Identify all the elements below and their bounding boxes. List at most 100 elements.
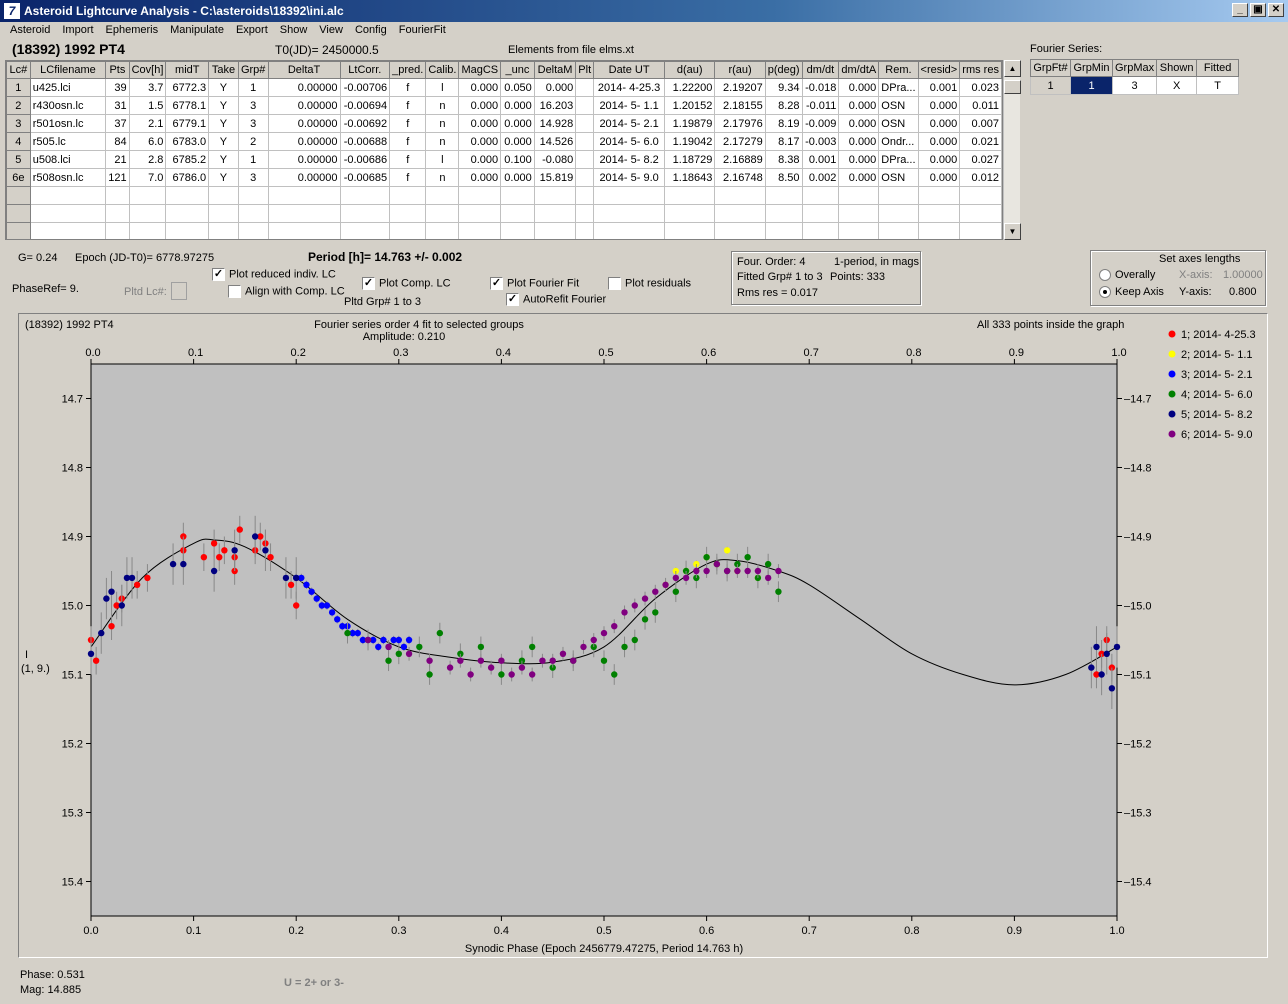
lc-header[interactable]: _unc	[500, 61, 535, 79]
lc-cell[interactable]	[714, 204, 766, 223]
lc-cell[interactable]	[575, 204, 595, 223]
lc-cell[interactable]: 0.000	[917, 114, 961, 133]
lc-cell[interactable]	[917, 222, 961, 239]
menu-fourierfit[interactable]: FourierFit	[393, 22, 452, 40]
autorefit-checkbox[interactable]: ✓ AutoRefit Fourier	[506, 293, 606, 306]
lc-cell[interactable]	[458, 186, 502, 205]
lc-cell[interactable]	[593, 222, 666, 239]
lightcurve-chart[interactable]: 0.0 0.0 0.1 0.1 0.2 0.2 0.3 0.3 0.4 0.4 0.5 0.5 0.6 0…	[19, 314, 1269, 959]
lc-header[interactable]: r(au)	[714, 61, 766, 79]
lc-cell[interactable]: r508osn.lc	[29, 168, 107, 187]
lc-cell[interactable]	[389, 186, 427, 205]
lc-cell[interactable]	[458, 204, 502, 223]
lc-cell[interactable]	[917, 186, 961, 205]
lc-cell[interactable]: 0.000	[838, 114, 880, 133]
lc-cell[interactable]: 0.00000	[267, 168, 341, 187]
lc-cell[interactable]: 2.17279	[714, 132, 766, 151]
lc-cell[interactable]: r430osn.lc	[29, 96, 107, 115]
lc-header[interactable]: Rem.	[878, 61, 919, 79]
lc-cell[interactable]: 1.19879	[664, 114, 716, 133]
lc-cell[interactable]: 1.19042	[664, 132, 716, 151]
lc-cell[interactable]: Y	[208, 114, 239, 133]
lc-cell[interactable]	[575, 132, 595, 151]
lc-cell[interactable]: 0.000	[838, 168, 880, 187]
fs-cell-grpft[interactable]: 1	[1030, 76, 1071, 95]
lc-cell[interactable]	[500, 222, 535, 239]
lc-cell[interactable]	[425, 204, 460, 223]
lc-cell[interactable]: 2.1	[128, 114, 167, 133]
lc-header[interactable]: MagCS	[458, 61, 502, 79]
lc-cell[interactable]: 0.001	[801, 150, 840, 169]
lc-cell[interactable]: 8.50	[764, 168, 803, 187]
lc-cell[interactable]	[593, 186, 666, 205]
lc-cell[interactable]	[339, 186, 391, 205]
lc-cell[interactable]: -0.00706	[339, 78, 391, 97]
lc-cell[interactable]: u508.lci	[29, 150, 107, 169]
lc-cell[interactable]: 2.8	[128, 150, 167, 169]
lc-cell[interactable]	[764, 222, 803, 239]
row-header[interactable]	[6, 186, 31, 205]
lc-header[interactable]: dm/dt	[801, 61, 840, 79]
lightcurve-plot-panel[interactable]: 0.0 0.0 0.1 0.1 0.2 0.2 0.3 0.3 0.4 0.4 0.5 0.5 0.6 0…	[18, 313, 1268, 958]
lc-cell[interactable]: OSN	[878, 168, 919, 187]
lc-cell[interactable]: 1.20152	[664, 96, 716, 115]
lc-cell[interactable]: 1	[237, 78, 269, 97]
lc-cell[interactable]: f	[389, 78, 427, 97]
lc-cell[interactable]	[959, 222, 1002, 239]
lc-cell[interactable]: 8.19	[764, 114, 803, 133]
lc-cell[interactable]: OSN	[878, 114, 919, 133]
menu-manipulate[interactable]: Manipulate	[164, 22, 230, 40]
lc-cell[interactable]: r505.lc	[29, 132, 107, 151]
lc-cell[interactable]	[29, 186, 107, 205]
row-header[interactable]	[6, 222, 31, 239]
lc-cell[interactable]	[664, 204, 716, 223]
lc-cell[interactable]: OSN	[878, 96, 919, 115]
lc-cell[interactable]: -0.00688	[339, 132, 391, 151]
lc-cell[interactable]: 0.002	[801, 168, 840, 187]
lc-cell[interactable]: 2.19207	[714, 78, 766, 97]
lc-cell[interactable]: Ondr...	[878, 132, 919, 151]
close-button[interactable]: ✕	[1268, 3, 1284, 17]
lc-cell[interactable]	[208, 222, 239, 239]
lc-cell[interactable]	[165, 204, 210, 223]
lc-cell[interactable]: 2014- 5- 2.1	[593, 114, 666, 133]
lc-cell[interactable]	[838, 222, 880, 239]
lc-cell[interactable]: n	[425, 132, 460, 151]
menu-export[interactable]: Export	[230, 22, 274, 40]
lc-header[interactable]: midT	[165, 61, 210, 79]
lc-header[interactable]: Calib.	[425, 61, 460, 79]
lc-cell[interactable]	[801, 222, 840, 239]
lc-cell[interactable]: f	[389, 96, 427, 115]
lc-header[interactable]: d(au)	[664, 61, 716, 79]
lc-cell[interactable]: 6778.1	[165, 96, 210, 115]
lc-header[interactable]: Grp#	[237, 61, 269, 79]
row-header[interactable]: 2	[6, 96, 31, 115]
lc-table-row[interactable]: 5 u508.lci 21 2.8 6785.2 Y 1 0.00000 -0.00686 f l 0…	[6, 150, 1002, 169]
menu-show[interactable]: Show	[274, 22, 314, 40]
lc-cell[interactable]	[208, 204, 239, 223]
fourier-series-table[interactable]: GrpFt# GrpMin GrpMax Shown Fitted 1 1 3 …	[1030, 59, 1240, 95]
lc-cell[interactable]	[29, 204, 107, 223]
xaxis-value[interactable]: 1.00000	[1223, 269, 1263, 281]
lc-cell[interactable]: u425.lci	[29, 78, 107, 97]
lc-cell[interactable]: DPra...	[878, 150, 919, 169]
lc-cell[interactable]: 3	[237, 168, 269, 187]
lc-cell[interactable]: 6786.0	[165, 168, 210, 187]
lc-cell[interactable]: 9.34	[764, 78, 803, 97]
lc-cell[interactable]: 1.5	[128, 96, 167, 115]
lc-cell[interactable]: 6783.0	[165, 132, 210, 151]
fs-cell-shown[interactable]: X	[1156, 76, 1198, 95]
lc-header[interactable]: p(deg)	[764, 61, 803, 79]
lc-cell[interactable]: 0.000	[458, 96, 502, 115]
lc-cell[interactable]: -0.00692	[339, 114, 391, 133]
lc-cell[interactable]: r501osn.lc	[29, 114, 107, 133]
lc-cell[interactable]: l	[425, 78, 460, 97]
lc-cell[interactable]	[575, 186, 595, 205]
lc-cell[interactable]	[917, 204, 961, 223]
lc-header[interactable]: Date UT	[593, 61, 666, 79]
lc-cell[interactable]	[533, 186, 577, 205]
lc-cell[interactable]	[764, 186, 803, 205]
lc-header[interactable]: <resid>	[917, 61, 961, 79]
lc-cell[interactable]: 6785.2	[165, 150, 210, 169]
lc-header[interactable]: Lc#	[6, 61, 31, 79]
